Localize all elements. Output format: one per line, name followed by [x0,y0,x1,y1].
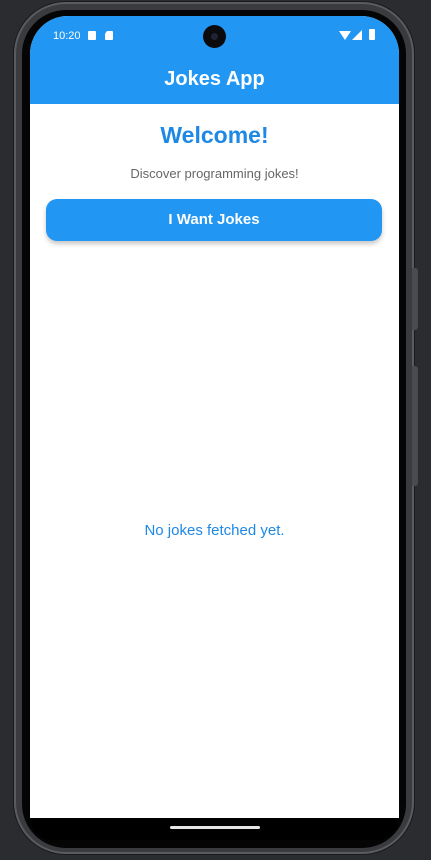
subtitle-text: Discover programming jokes! [130,166,299,181]
navigation-bar [30,818,399,840]
signal-icon [352,30,362,40]
power-button [412,268,418,330]
status-bar: 10:20 [30,16,399,58]
app-title: Jokes App [164,68,265,90]
wifi-icon [339,31,351,40]
app-bar: Jokes App [30,58,399,104]
home-indicator[interactable] [170,826,260,829]
front-camera [203,25,226,48]
battery-icon [369,29,375,40]
welcome-heading: Welcome! [160,122,269,148]
empty-state-message: No jokes fetched yet. [144,522,285,539]
status-time: 10:20 [53,30,81,42]
app-screen: 10:20 Jokes App Welcome! Discover progra… [30,16,399,818]
sd-card-icon [105,31,113,40]
a-icon [88,31,96,40]
volume-button [412,366,418,486]
fetch-jokes-button[interactable]: I Want Jokes [46,199,382,241]
